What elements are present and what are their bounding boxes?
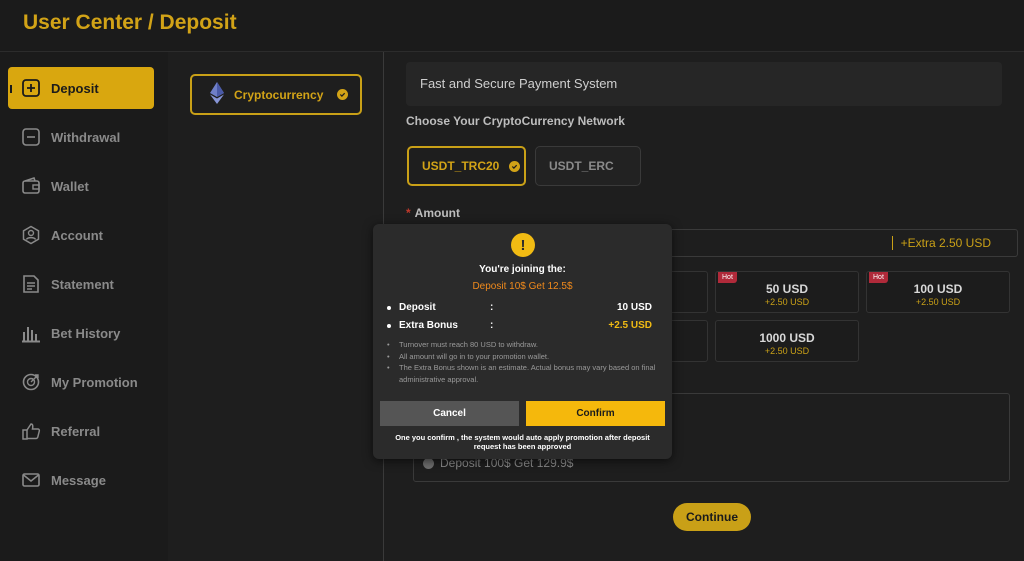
ethereum-icon bbox=[210, 82, 224, 107]
amount-option-1000[interactable]: 1000 USD +2.50 USD bbox=[715, 320, 859, 362]
amount-option-value: 50 USD bbox=[765, 282, 809, 296]
row-label: Extra Bonus bbox=[399, 320, 458, 331]
row-colon: : bbox=[490, 320, 494, 331]
note-item: The Extra Bonus shown is an estimate. Ac… bbox=[387, 362, 657, 385]
amount-option-bonus: +2.50 USD bbox=[764, 346, 810, 356]
amount-option-bonus: +2.50 USD bbox=[764, 297, 810, 307]
modal-row-deposit: Deposit : 10 USD bbox=[387, 301, 667, 315]
sidebar-item-bet-history[interactable]: Bet History bbox=[8, 312, 154, 354]
modal-row-extra-bonus: Extra Bonus : +2.5 USD bbox=[387, 319, 667, 333]
amount-label-text: Amount bbox=[414, 206, 460, 220]
active-marker bbox=[10, 85, 12, 93]
modal-notes: Turnover must reach 80 USD to withdraw. … bbox=[387, 339, 657, 385]
modal-promo-name: Deposit 10$ Get 12.5$ bbox=[472, 281, 573, 292]
hot-badge: Hot bbox=[718, 272, 737, 283]
network-usdt-erc[interactable]: USDT_ERC bbox=[535, 146, 641, 186]
sidebar-item-label: Wallet bbox=[51, 178, 89, 194]
amount-extra-bonus: +Extra 2.50 USD bbox=[900, 236, 991, 250]
sidebar-item-label: Bet History bbox=[51, 325, 121, 341]
amount-label: * Amount bbox=[406, 206, 460, 220]
network-label: USDT_ERC bbox=[549, 159, 614, 173]
radio-button[interactable] bbox=[423, 457, 434, 469]
sidebar-item-withdrawal[interactable]: Withdrawal bbox=[8, 116, 154, 158]
bar-chart-icon bbox=[21, 323, 41, 343]
sidebar-item-message[interactable]: Message bbox=[8, 459, 154, 501]
sidebar-item-label: Deposit bbox=[51, 80, 99, 96]
mail-icon bbox=[21, 470, 41, 490]
wallet-icon bbox=[21, 176, 41, 196]
modal-title: You're joining the: bbox=[479, 264, 566, 275]
sidebar-item-label: My Promotion bbox=[51, 374, 138, 390]
network-usdt-trc20[interactable]: USDT_TRC20 bbox=[407, 146, 526, 186]
minus-square-icon bbox=[21, 127, 41, 147]
payment-method-cryptocurrency[interactable]: Cryptocurrency bbox=[190, 74, 362, 115]
amount-option-value: 100 USD bbox=[913, 282, 963, 296]
confirm-button[interactable]: Confirm bbox=[526, 401, 665, 426]
check-icon bbox=[337, 89, 348, 100]
sidebar-item-referral[interactable]: Referral bbox=[8, 410, 154, 452]
payment-system-title: Fast and Secure Payment System bbox=[406, 62, 1002, 106]
payment-method-label: Cryptocurrency bbox=[234, 87, 324, 102]
note-item: Turnover must reach 80 USD to withdraw. bbox=[387, 339, 657, 351]
promotion-confirm-modal: ! You're joining the: Deposit 10$ Get 12… bbox=[373, 224, 672, 459]
row-label: Deposit bbox=[399, 302, 436, 313]
bullet bbox=[387, 324, 391, 328]
page-header: User Center / Deposit bbox=[0, 0, 1024, 52]
check-icon bbox=[509, 160, 521, 172]
sidebar-item-label: Withdrawal bbox=[51, 129, 121, 145]
payment-method-column: Cryptocurrency bbox=[168, 52, 384, 561]
account-icon bbox=[21, 225, 41, 245]
sidebar-item-wallet[interactable]: Wallet bbox=[8, 165, 154, 207]
sidebar-item-account[interactable]: Account bbox=[8, 214, 154, 256]
modal-footer-note: One you confirm , the system would auto … bbox=[395, 433, 650, 451]
thumbs-up-icon bbox=[21, 421, 41, 441]
sidebar-item-label: Referral bbox=[51, 423, 101, 439]
sidebar-item-label: Account bbox=[51, 227, 103, 243]
sidebar-item-statement[interactable]: Statement bbox=[8, 263, 154, 305]
row-value: +2.5 USD bbox=[608, 320, 652, 331]
continue-button[interactable]: Continue bbox=[673, 503, 751, 531]
sidebar-item-label: Message bbox=[51, 472, 106, 488]
network-label: USDT_TRC20 bbox=[422, 159, 500, 173]
cancel-button[interactable]: Cancel bbox=[380, 401, 519, 426]
required-mark: * bbox=[406, 206, 411, 220]
note-item: All amount will go in to your promotion … bbox=[387, 351, 657, 363]
amount-option-50[interactable]: Hot 50 USD +2.50 USD bbox=[715, 271, 859, 313]
sidebar-item-my-promotion[interactable]: My Promotion bbox=[8, 361, 154, 403]
exclamation-icon: ! bbox=[511, 233, 535, 257]
promotion-icon bbox=[21, 372, 41, 392]
hot-badge: Hot bbox=[869, 272, 888, 283]
sidebar-item-deposit[interactable]: Deposit bbox=[8, 67, 154, 109]
network-label: Choose Your CryptoCurrency Network bbox=[406, 114, 625, 128]
statement-icon bbox=[21, 274, 41, 294]
input-divider bbox=[892, 236, 893, 250]
page-title: User Center / Deposit bbox=[23, 11, 237, 34]
row-colon: : bbox=[490, 302, 494, 313]
amount-option-100[interactable]: Hot 100 USD +2.50 USD bbox=[866, 271, 1010, 313]
amount-option-value: 1000 USD bbox=[759, 331, 815, 345]
amount-option-bonus: +2.50 USD bbox=[915, 297, 961, 307]
plus-square-icon bbox=[21, 78, 41, 98]
sidebar: Deposit Withdrawal Wallet Account Statem… bbox=[0, 52, 168, 561]
sidebar-item-label: Statement bbox=[51, 276, 114, 292]
bullet bbox=[387, 306, 391, 310]
row-value: 10 USD bbox=[616, 302, 652, 313]
